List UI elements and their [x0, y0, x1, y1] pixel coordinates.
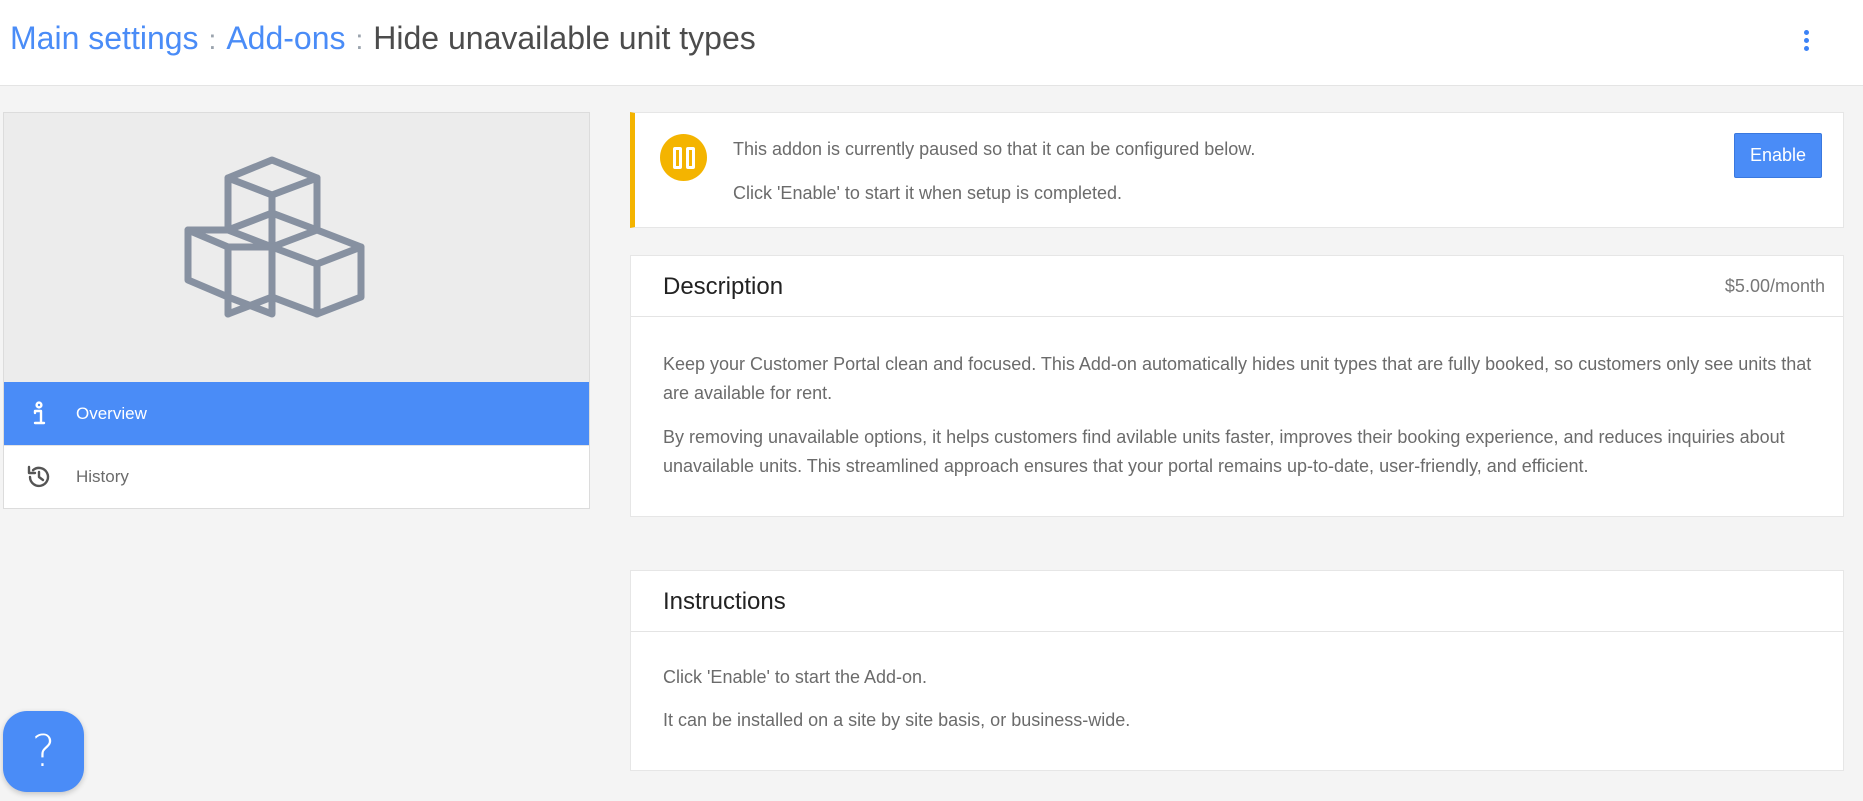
- instructions-paragraph: It can be installed on a site by site ba…: [663, 710, 1131, 730]
- description-paragraph: By removing unavailable options, it help…: [663, 427, 1785, 476]
- alert-hint: Click 'Enable' to start it when setup is…: [733, 183, 1123, 203]
- paused-alert: This addon is currently paused so that i…: [630, 112, 1844, 228]
- instructions-card: Instructions Click 'Enable' to start the…: [630, 570, 1844, 771]
- breadcrumb-main-settings[interactable]: Main settings: [10, 20, 199, 57]
- addon-hero: [4, 113, 589, 382]
- addon-sidebar: Overview History: [3, 112, 590, 509]
- top-bar: Main settings : Add-ons : Hide unavailab…: [0, 0, 1863, 86]
- instructions-paragraph: Click 'Enable' to start the Add-on.: [663, 667, 928, 687]
- kebab-vertical-icon[interactable]: [1799, 30, 1813, 56]
- alert-message: This addon is currently paused so that i…: [733, 139, 1256, 159]
- nav-item-overview[interactable]: Overview: [4, 382, 589, 445]
- description-header: Description $5.00/month: [631, 256, 1843, 317]
- enable-button[interactable]: Enable: [1734, 133, 1822, 178]
- price-label: $5.00/month: [1724, 276, 1825, 296]
- breadcrumb-separator: :: [208, 24, 217, 55]
- history-icon: [24, 462, 54, 492]
- page-title: Hide unavailable unit types: [373, 20, 756, 56]
- nav-item-history[interactable]: History: [4, 445, 589, 508]
- nav-item-label: Overview: [76, 403, 147, 423]
- pause-icon: [660, 134, 707, 181]
- breadcrumb-separator: :: [355, 24, 364, 55]
- description-paragraph: Keep your Customer Portal clean and focu…: [663, 354, 1812, 403]
- description-card: Description $5.00/month Keep your Custom…: [630, 255, 1844, 517]
- info-icon: [24, 399, 54, 429]
- help-button[interactable]: ?: [3, 711, 84, 792]
- stacked-cubes-icon: [184, 156, 365, 318]
- description-title: Description: [663, 273, 784, 300]
- nav-item-label: History: [76, 467, 129, 486]
- instructions-title: Instructions: [663, 588, 786, 615]
- breadcrumb: Main settings : Add-ons : Hide unavailab…: [10, 20, 756, 57]
- breadcrumb-addons[interactable]: Add-ons: [226, 20, 345, 57]
- instructions-header: Instructions: [631, 571, 1843, 632]
